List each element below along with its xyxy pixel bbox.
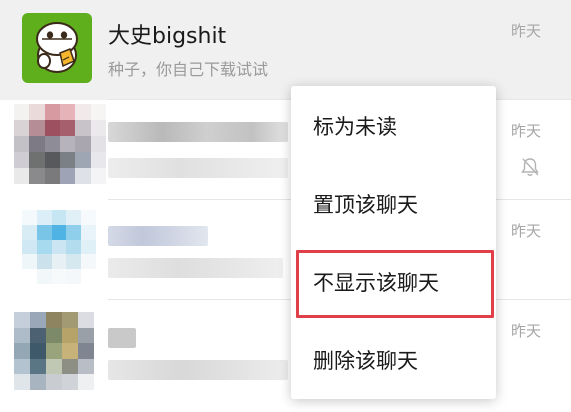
pixelated-name — [108, 226, 208, 246]
contact-avatar — [22, 13, 92, 83]
chat-time: 昨天 — [510, 22, 541, 40]
context-menu: 标为未读 置顶该聊天 不显示该聊天 删除该聊天 — [291, 86, 496, 399]
pixelated-avatar — [14, 312, 94, 390]
menu-item-delete-chat[interactable]: 删除该聊天 — [291, 321, 496, 399]
chat-name: 大史bigshit — [108, 24, 227, 49]
pixelated-avatar — [14, 104, 106, 184]
pixelated-name — [108, 328, 136, 348]
pixelated-avatar — [22, 210, 96, 284]
chat-time: 昨天 — [510, 222, 541, 240]
pixelated-preview — [108, 360, 288, 380]
chat-row-dashi[interactable]: 大史bigshit 种子，你自己下载试试 昨天 — [0, 0, 571, 100]
highlight-box — [296, 250, 494, 318]
pixelated-preview — [108, 258, 283, 278]
chat-time: 昨天 — [510, 122, 541, 140]
pixelated-name — [108, 122, 288, 142]
menu-item-pin-chat[interactable]: 置顶该聊天 — [291, 165, 496, 243]
cartoon-character-icon — [36, 22, 78, 73]
mute-bell-icon — [521, 158, 539, 176]
pixelated-preview — [108, 158, 288, 178]
menu-item-mark-unread[interactable]: 标为未读 — [291, 87, 496, 165]
chat-preview: 种子，你自己下载试试 — [108, 60, 269, 79]
chat-time: 昨天 — [510, 322, 541, 340]
